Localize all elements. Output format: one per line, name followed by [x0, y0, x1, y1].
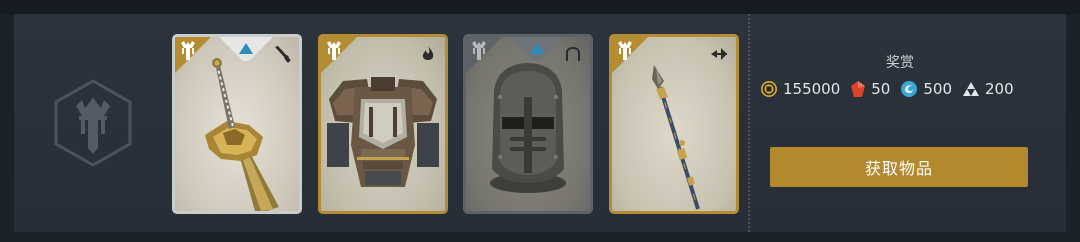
- reward-gem-amount: 50: [871, 80, 891, 98]
- gold-coin-icon: [761, 81, 777, 97]
- tier-triangle-icon: [219, 37, 273, 61]
- item-card-spear[interactable]: [609, 34, 739, 214]
- faction-crest-icon: [612, 37, 648, 73]
- claim-items-button[interactable]: 获取物品: [770, 147, 1028, 187]
- faction-crest-icon: [466, 37, 502, 73]
- sword-slot-icon: [275, 46, 291, 63]
- triforce-icon: [963, 82, 979, 96]
- item-card-knight-helmet[interactable]: [463, 34, 593, 214]
- faction-crest-icon: [175, 37, 211, 73]
- rewards-list: 155000 50 500 200: [760, 78, 1024, 100]
- item-card-chest-armor[interactable]: [318, 34, 448, 214]
- flame-slot-icon: [422, 46, 434, 60]
- rewards-title: 奖赏: [886, 55, 914, 71]
- red-gem-icon: [851, 81, 866, 97]
- reward-gold: 155000: [760, 80, 840, 98]
- reward-tier: 200: [962, 80, 1014, 98]
- reward-gem: 50: [850, 80, 890, 98]
- reward-essence: 500: [900, 80, 952, 98]
- tier-triangle-icon: [510, 37, 564, 61]
- top-band: [0, 0, 1080, 14]
- section-divider: [748, 14, 750, 232]
- reward-tier-amount: 200: [985, 80, 1014, 98]
- blue-swirl-icon: [901, 81, 918, 97]
- faction-crest-icon: [54, 79, 132, 167]
- reward-essence-amount: 500: [923, 80, 952, 98]
- helmet-slot-icon: [566, 47, 580, 61]
- item-card-greatsword[interactable]: [172, 34, 302, 214]
- reward-gold-amount: 155000: [783, 80, 841, 98]
- faction-crest-icon: [321, 37, 357, 73]
- dart-slot-icon: [711, 48, 727, 60]
